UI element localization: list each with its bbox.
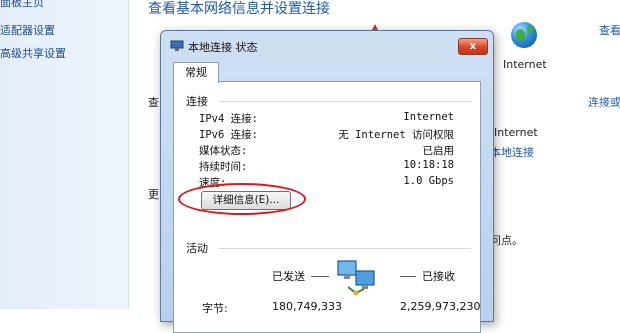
internet-label: Internet [503, 58, 547, 71]
left-link-adapter-settings[interactable]: 适配器设置 [0, 22, 55, 38]
access-point-fragment: 问点。 [490, 234, 523, 247]
media-state-label: 媒体状态: [199, 145, 248, 157]
sent-dash [311, 276, 329, 277]
connect-or-disconnect-link[interactable]: 连接或 [588, 94, 620, 110]
close-button[interactable]: x [458, 38, 488, 55]
view-active-networks-fragment: 查 [148, 96, 159, 109]
received-dash [400, 276, 416, 277]
local-connection-link[interactable]: 本地连接 [490, 144, 534, 160]
tab-general[interactable]: 常规 [173, 62, 219, 83]
connection-group-label: 连接 [186, 95, 208, 108]
local-connection-status-dialog: 本地连接 状态 x 常规 连接 IPv4 连接: Internet IPv6 连… [160, 30, 494, 333]
page-title: 查看基本网络信息并设置连接 [148, 1, 330, 17]
ipv6-value: 无 Internet 访问权限 [338, 129, 454, 141]
see-full-map-link[interactable]: 查看 [599, 22, 620, 38]
activity-group-label: 活动 [186, 242, 208, 255]
access-type-value: Internet [494, 126, 538, 139]
speed-value: 1.0 Gbps [403, 175, 454, 187]
left-link-advanced-sharing[interactable]: 高级共享设置 [0, 45, 66, 61]
close-icon: x [469, 41, 477, 52]
change-settings-fragment: 更 [148, 188, 159, 201]
network-adapter-icon [170, 40, 184, 51]
dialog-title: 本地连接 状态 [188, 41, 258, 54]
connection-group-divider [219, 101, 471, 102]
left-navigation-pane: 面板主页 适配器设置 高级共享设置 [0, 0, 129, 309]
ipv4-label: IPv4 连接: [199, 113, 258, 125]
bytes-label: 字节: [202, 302, 228, 315]
left-link-control-panel-home[interactable]: 面板主页 [0, 0, 44, 10]
ipv6-label: IPv6 连接: [199, 129, 258, 141]
network-computers-icon [337, 260, 375, 296]
activity-group-divider [219, 248, 471, 249]
bytes-sent-value: 180,749,333 [272, 300, 342, 313]
duration-value: 10:18:18 [403, 159, 454, 171]
received-label: 已接收 [422, 270, 455, 283]
ipv4-value: Internet [403, 111, 454, 123]
duration-label: 持续时间: [199, 161, 248, 173]
media-state-value: 已启用 [422, 145, 455, 157]
globe-icon [511, 22, 537, 48]
sent-label: 已发送 [272, 270, 305, 283]
annotation-ellipse [178, 183, 306, 215]
separator-line [590, 106, 620, 107]
bytes-received-value: 2,259,973,230 [400, 300, 481, 313]
